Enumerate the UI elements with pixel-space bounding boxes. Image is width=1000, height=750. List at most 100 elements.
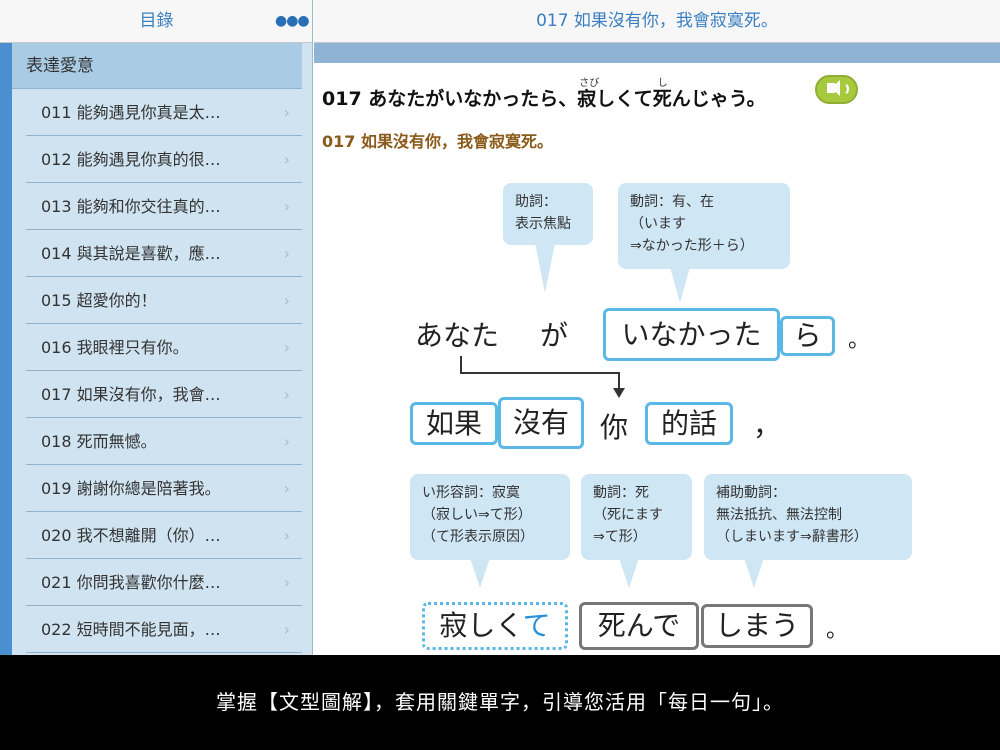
bubble-line: 補助動詞：: [716, 485, 786, 501]
list-item-label: 021 你問我喜歡你什麼…: [41, 573, 221, 592]
list-item[interactable]: 014 與其說是喜歡，應… ›: [26, 230, 302, 277]
list-item-label: 022 短時間不能見面，…: [41, 620, 221, 639]
word-anata: あなた: [415, 319, 500, 352]
bubble-line: （しまいます⇒辭書形）: [716, 529, 868, 545]
list-item[interactable]: 019 謝謝你總是陪著我。 ›: [26, 465, 302, 512]
more-icon[interactable]: ●●●: [275, 10, 310, 32]
box-ruguo: 如果: [410, 402, 498, 445]
box-meiyou: 沒有: [498, 397, 584, 449]
te-suffix-text: て: [522, 609, 551, 642]
jp-part-3: んじゃう。: [671, 88, 766, 110]
list-item-label: 017 如果沒有你，我會…: [41, 385, 221, 404]
sabishiku-text: 寂しく: [439, 609, 523, 642]
list-item-label: 012 能夠遇見你真的很…: [41, 150, 221, 169]
chevron-right-icon: ›: [283, 244, 290, 263]
main-header: 017 如果沒有你，我會寂寞死。: [314, 0, 1000, 43]
bubble-particle-ga: 助詞： 表示焦點: [503, 183, 593, 293]
chevron-right-icon: ›: [283, 385, 290, 404]
bubble-line: ⇒て形）: [593, 529, 647, 545]
kanji-sabi: さび寂: [577, 78, 599, 110]
list-item[interactable]: 020 我不想離開（你）… ›: [26, 512, 302, 559]
bubble-line: （死にます: [593, 507, 663, 523]
header-divider-bar: [314, 43, 1000, 63]
list-item[interactable]: 015 超愛你的！ ›: [26, 277, 302, 324]
kanji-sabi-char: 寂: [577, 88, 597, 110]
kanji-shi: し死: [652, 78, 672, 110]
bubble-adjective-sabishii: い形容詞：寂寞 （寂しい⇒て形） （て形表示原因）: [410, 474, 570, 588]
bubble-line: 動詞：有、在: [630, 194, 714, 210]
bubble-line: 無法抵抗、無法控制: [716, 507, 842, 523]
chevron-right-icon: ›: [283, 150, 290, 169]
box-ra: ら: [780, 316, 835, 356]
list-item[interactable]: 018 死而無憾。 ›: [26, 418, 302, 465]
period-1: 。: [848, 328, 871, 353]
bubble-tail: [744, 558, 764, 588]
sound-wave-icon: [841, 82, 849, 96]
category-header[interactable]: 表達愛意: [12, 43, 302, 89]
ruby-sabi: さび: [579, 78, 600, 89]
chevron-right-icon: ›: [283, 197, 290, 216]
bubble-line: （います: [630, 216, 686, 232]
sidebar-accent-strip: [0, 43, 12, 655]
chevron-right-icon: ›: [283, 338, 290, 357]
chevron-right-icon: ›: [283, 432, 290, 451]
word-ga: が: [540, 319, 569, 352]
jp-part-1: 017 あなたがいなかったら、: [322, 88, 578, 110]
chevron-right-icon: ›: [283, 291, 290, 310]
list-item[interactable]: 022 短時間不能見面，… ›: [26, 606, 302, 653]
list-item-label: 018 死而無憾。: [41, 432, 157, 451]
bubble-tail: [470, 558, 490, 588]
sidebar-title: 目錄: [139, 11, 174, 31]
chevron-right-icon: ›: [283, 526, 290, 545]
list-item-selected[interactable]: 017 如果沒有你，我會… ›: [26, 371, 302, 418]
bubble-line: い形容詞：寂寞: [422, 485, 520, 501]
bubble-tail: [670, 267, 690, 303]
list-item[interactable]: 012 能夠遇見你真的很… ›: [26, 136, 302, 183]
caption-text: 掌握【文型圖解】，套用關鍵單字，引導您活用「每日一句」。: [216, 690, 784, 714]
list-item[interactable]: 013 能夠和你交往真的… ›: [26, 183, 302, 230]
list-item-label: 020 我不想離開（你）…: [41, 526, 221, 545]
play-sound-button[interactable]: [815, 75, 858, 104]
chinese-translation: 017 如果沒有你，我會寂寞死。: [322, 132, 553, 151]
bubble-tail: [535, 243, 555, 293]
category-label: 表達愛意: [26, 56, 94, 76]
bubble-line: （寂しい⇒て形）: [422, 507, 532, 523]
list-item-label: 016 我眼裡只有你。: [41, 338, 189, 357]
ruby-shi: し: [657, 78, 668, 89]
main-title: 017 如果沒有你，我會寂寞死。: [536, 11, 778, 31]
sidebar-header: 目錄 ●●●: [0, 0, 312, 43]
period-2: 。: [826, 618, 849, 643]
box-shimau: しまう: [701, 604, 813, 648]
lesson-list: 011 能夠遇見你真是太… › 012 能夠遇見你真的很… › 013 能夠和你交往…: [26, 89, 302, 653]
box-shinde: 死んで: [579, 602, 699, 650]
list-item-label: 014 與其說是喜歡，應…: [41, 244, 221, 263]
comma: ，: [753, 409, 782, 442]
japanese-sentence: 017 あなたがいなかったら、 さび 寂しくてし死んじゃう。: [322, 78, 766, 111]
kanji-shi-char: 死: [652, 88, 672, 110]
list-item-label: 011 能夠遇見你真是太…: [41, 103, 221, 122]
chevron-right-icon: ›: [283, 479, 290, 498]
chevron-right-icon: ›: [283, 103, 290, 122]
list-item[interactable]: 021 你問我喜歡你什麼… ›: [26, 559, 302, 606]
list-item-label: 019 謝謝你總是陪著我。: [41, 479, 221, 498]
bubble-auxiliary-shimau: 補助動詞： 無法抵抗、無法控制 （しまいます⇒辭書形）: [704, 474, 912, 588]
bubble-line: 動詞：死: [593, 485, 649, 501]
bubble-line: 表示焦點: [515, 216, 571, 232]
list-item[interactable]: 011 能夠遇見你真是太… ›: [26, 89, 302, 136]
sidebar: 目錄 ●●● 表達愛意 011 能夠遇見你真是太… › 012 能夠遇見你真的很……: [0, 0, 313, 655]
word-ni: 你: [600, 411, 629, 444]
list-item[interactable]: 016 我眼裡只有你。 ›: [26, 324, 302, 371]
list-item-label: 013 能夠和你交往真的…: [41, 197, 221, 216]
caption-bar: 掌握【文型圖解】，套用關鍵單字，引導您活用「每日一句」。: [0, 655, 1000, 750]
bubble-line: ⇒なかった形＋ら）: [630, 238, 754, 254]
arrow-line: [460, 356, 462, 373]
arrow-line: [460, 372, 620, 374]
bubble-line: 助詞：: [515, 194, 557, 210]
box-dehua: 的話: [645, 402, 733, 445]
bubble-verb-shinu: 動詞：死 （死にます ⇒て形）: [581, 474, 692, 588]
chevron-right-icon: ›: [283, 573, 290, 592]
bubble-line: （て形表示原因）: [422, 529, 534, 545]
list-item-label: 015 超愛你的！: [41, 291, 157, 310]
chevron-right-icon: ›: [283, 620, 290, 639]
arrow-down-icon: [613, 388, 625, 398]
